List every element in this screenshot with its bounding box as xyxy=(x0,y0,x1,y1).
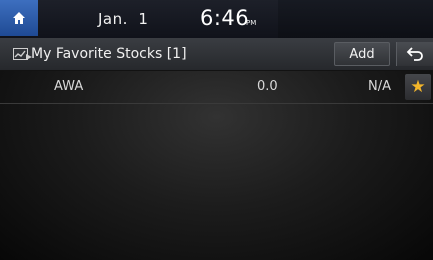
back-arrow-icon xyxy=(406,47,423,61)
home-button[interactable] xyxy=(0,0,38,36)
favorite-toggle-button[interactable]: ★ xyxy=(405,74,431,100)
page-title: My Favorite Stocks [1] xyxy=(31,46,187,62)
date-display: Jan. 1 xyxy=(98,10,149,28)
ampm-indicator: PM xyxy=(246,19,257,27)
screen: Jan. 1 6:46 PM My Favorite Stocks [1] Ad… xyxy=(0,0,433,260)
status-area xyxy=(278,0,433,38)
stock-price: 0.0 xyxy=(257,79,278,94)
home-icon xyxy=(13,12,25,24)
stock-symbol: AWA xyxy=(54,79,84,94)
stock-row[interactable]: AWA 0.0 N/A ★ xyxy=(0,71,433,104)
star-icon: ★ xyxy=(410,76,426,97)
time-display: 6:46 xyxy=(200,6,250,30)
status-bar: Jan. 1 6:46 PM xyxy=(0,0,433,39)
add-button[interactable]: Add xyxy=(334,42,390,66)
stocks-chart-icon xyxy=(13,48,32,60)
stock-change: N/A xyxy=(368,79,391,94)
page-header: My Favorite Stocks [1] Add xyxy=(0,38,433,71)
back-button[interactable] xyxy=(396,42,433,66)
